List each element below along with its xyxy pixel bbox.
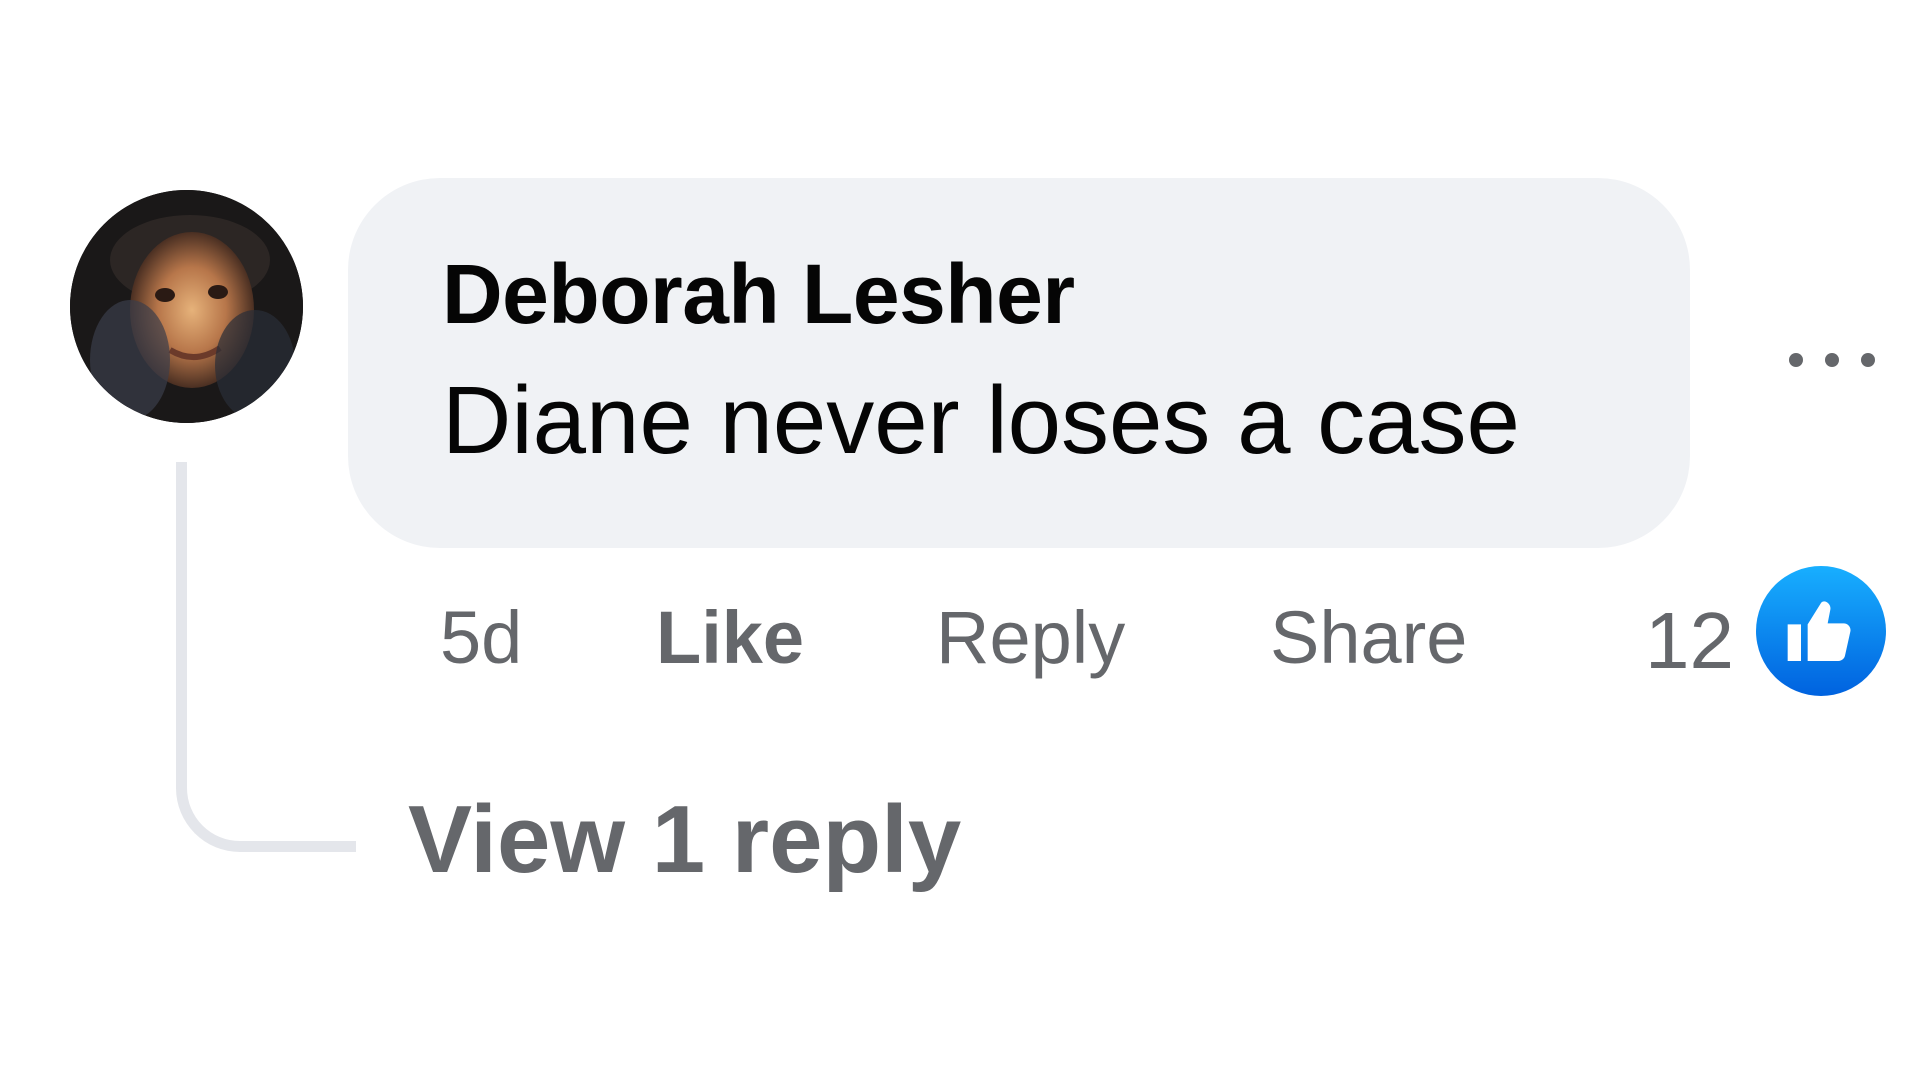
like-button[interactable]: Like: [656, 595, 804, 680]
avatar-photo: [70, 190, 303, 423]
comment-author-name[interactable]: Deborah Lesher: [442, 246, 1075, 343]
thumbs-up-icon: [1787, 601, 1851, 661]
comment-bubble: Deborah Lesher Diane never loses a case: [348, 178, 1690, 548]
reply-thread-connector: [176, 462, 356, 852]
like-reaction-badge[interactable]: [1756, 566, 1886, 696]
view-replies-link[interactable]: View 1 reply: [408, 785, 961, 895]
comment-container: Deborah Lesher Diane never loses a case …: [0, 0, 1920, 1080]
comment-timestamp[interactable]: 5d: [440, 595, 522, 680]
more-options-button[interactable]: [1782, 330, 1882, 390]
author-avatar[interactable]: [70, 190, 303, 423]
comment-text: Diane never loses a case: [442, 367, 1520, 474]
share-button[interactable]: Share: [1270, 595, 1467, 680]
reaction-count[interactable]: 12: [1645, 595, 1734, 687]
more-horizontal-icon: [1789, 353, 1875, 367]
reply-button[interactable]: Reply: [936, 595, 1125, 680]
